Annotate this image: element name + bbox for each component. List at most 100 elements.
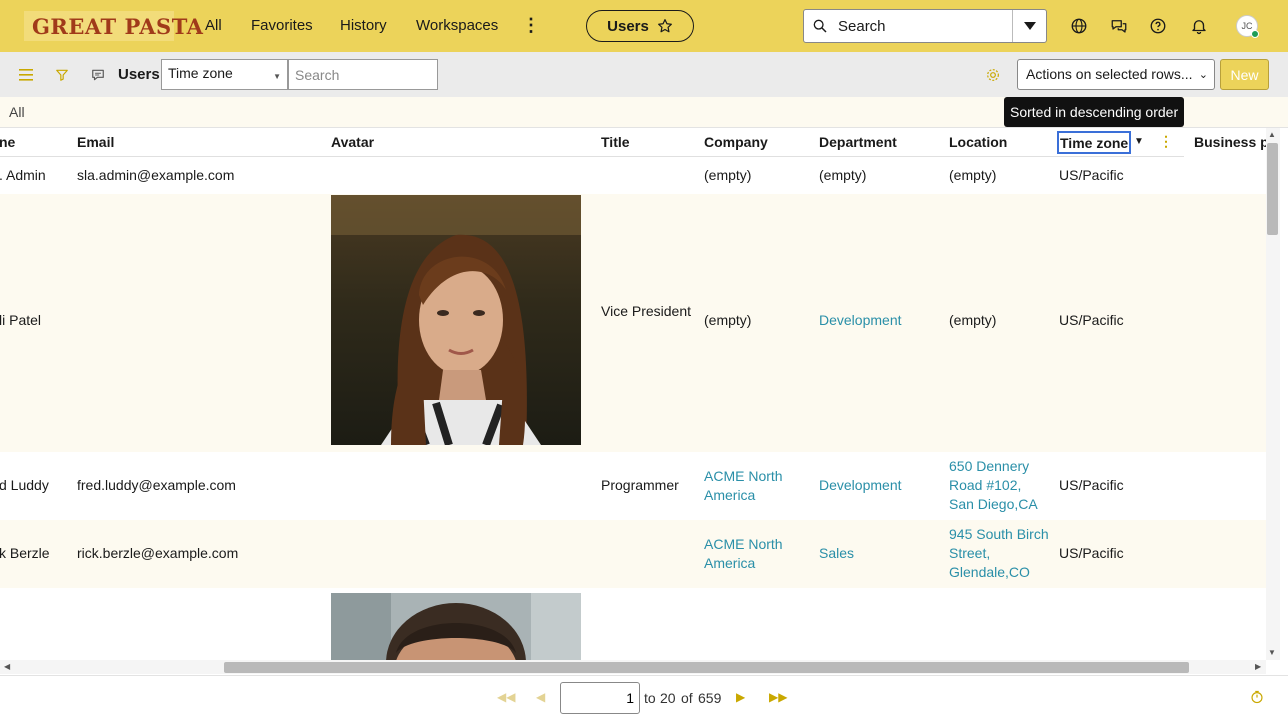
list-toolbar: Users Time zone ▼ Actions on selected ro…: [0, 52, 1288, 97]
help-icon[interactable]: [1148, 16, 1168, 36]
horizontal-scroll-thumb[interactable]: [224, 662, 1189, 673]
table-header: ne Email Avatar Title Company Department…: [0, 128, 1266, 157]
previous-page-icon[interactable]: ◀: [536, 690, 545, 704]
response-time-icon[interactable]: [1250, 690, 1264, 709]
cell-name[interactable]: d Luddy: [0, 477, 49, 493]
table-row[interactable]: li Patel Vice President (empty) Developm…: [0, 194, 1266, 452]
cell-email: fred.luddy@example.com: [77, 477, 236, 493]
avatar-photo[interactable]: [331, 195, 581, 445]
cell-location-link[interactable]: 650 Dennery Road #102, San Diego,CA: [949, 457, 1049, 514]
nav-favorites[interactable]: Favorites: [251, 17, 313, 34]
brand-logo[interactable]: GREAT PASTA: [24, 11, 203, 41]
column-header-name[interactable]: ne: [0, 134, 15, 150]
first-page-icon[interactable]: ◀◀: [497, 690, 515, 704]
hamburger-menu-icon[interactable]: [17, 66, 35, 84]
column-header-email[interactable]: Email: [77, 134, 114, 150]
star-icon[interactable]: [657, 18, 673, 34]
actions-select[interactable]: Actions on selected rows... ⌄: [1017, 59, 1215, 90]
field-select[interactable]: Time zone ▼: [161, 59, 288, 90]
vertical-scroll-thumb[interactable]: [1267, 143, 1278, 235]
scroll-up-arrow-icon[interactable]: ▲: [1268, 130, 1276, 139]
brand-name: GREAT PASTA: [32, 13, 204, 39]
chevron-down-icon: [1023, 22, 1036, 30]
sort-tooltip: Sorted in descending order: [1004, 97, 1185, 127]
scroll-left-arrow-icon[interactable]: ◀: [4, 662, 10, 671]
sort-descending-icon[interactable]: ▼: [1134, 136, 1144, 147]
cell-time-zone: US/Pacific: [1059, 477, 1124, 493]
context-pill-label: Users: [607, 17, 649, 35]
table-row[interactable]: . Admin sla.admin@example.com (empty) (e…: [0, 157, 1266, 194]
activity-stream-icon[interactable]: [89, 66, 107, 84]
breadcrumb-all[interactable]: All: [9, 104, 25, 120]
chevron-down-icon: ⌄: [1198, 69, 1208, 81]
filter-icon[interactable]: [53, 66, 71, 84]
cell-title: Programmer: [601, 477, 679, 493]
cell-department: (empty): [819, 167, 867, 183]
column-header-business-phone[interactable]: Business p: [1194, 134, 1266, 150]
cell-name[interactable]: . Admin: [0, 167, 46, 183]
cell-company-link[interactable]: ACME North America: [704, 467, 804, 505]
gear-icon[interactable]: [984, 66, 1002, 84]
cell-department-link[interactable]: Development: [819, 477, 902, 493]
table-row[interactable]: d Luddy fred.luddy@example.com Programme…: [0, 452, 1266, 520]
page-number-input[interactable]: [560, 682, 640, 714]
cell-time-zone: US/Pacific: [1059, 312, 1124, 328]
last-page-icon[interactable]: ▶▶: [769, 690, 787, 704]
cell-email: rick.berzle@example.com: [77, 545, 239, 561]
search-icon: [813, 19, 827, 33]
cell-name[interactable]: li Patel: [0, 312, 41, 328]
table-row[interactable]: k Berzle rick.berzle@example.com ACME No…: [0, 520, 1266, 588]
avatar-photo[interactable]: [331, 593, 581, 660]
global-search-placeholder: Search: [838, 17, 886, 35]
pagination-of-label: of: [681, 690, 693, 706]
pagination-range-end: 20: [660, 690, 676, 706]
global-search-input[interactable]: Search: [804, 10, 1012, 42]
cell-location: (empty): [949, 167, 997, 183]
global-search[interactable]: Search: [803, 9, 1047, 43]
presence-indicator: [1251, 30, 1259, 38]
actions-select-value: Actions on selected rows...: [1026, 66, 1193, 82]
list-title: Users: [118, 66, 160, 83]
column-header-avatar[interactable]: Avatar: [331, 134, 374, 150]
bell-icon[interactable]: [1189, 16, 1209, 36]
scroll-down-arrow-icon[interactable]: ▼: [1268, 648, 1276, 657]
cell-company: (empty): [704, 312, 752, 328]
chat-icon[interactable]: [1109, 16, 1129, 36]
cell-company: (empty): [704, 167, 752, 183]
pagination-to-label: to: [644, 690, 656, 706]
cell-title: Vice President: [601, 303, 692, 319]
scroll-right-arrow-icon[interactable]: ▶: [1255, 662, 1261, 671]
nav-history[interactable]: History: [340, 17, 387, 34]
cell-email: sla.admin@example.com: [77, 167, 235, 183]
cell-department-link[interactable]: Development: [819, 312, 902, 328]
globe-icon[interactable]: [1069, 16, 1089, 36]
column-header-department[interactable]: Department: [819, 134, 897, 150]
users-table: ne Email Avatar Title Company Department…: [0, 128, 1266, 660]
cell-name[interactable]: k Berzle: [0, 545, 50, 561]
column-header-company[interactable]: Company: [704, 134, 768, 150]
table-row[interactable]: [0, 588, 1266, 660]
column-header-title[interactable]: Title: [601, 134, 630, 150]
more-menu-icon[interactable]: ⋮: [522, 15, 540, 36]
column-header-time-zone[interactable]: Time zone: [1057, 131, 1131, 154]
search-scope-dropdown[interactable]: [1012, 10, 1046, 42]
cell-department-link[interactable]: Sales: [819, 545, 854, 561]
cell-time-zone: US/Pacific: [1059, 545, 1124, 561]
pagination-total: 659: [698, 690, 722, 706]
cell-time-zone: US/Pacific: [1059, 167, 1124, 183]
pagination-bar: ◀◀ ◀ to 20 of 659 ▶ ▶▶: [0, 675, 1288, 718]
next-page-icon[interactable]: ▶: [736, 690, 745, 704]
top-banner: GREAT PASTA All Favorites History Worksp…: [0, 0, 1288, 52]
context-pill-users[interactable]: Users: [586, 10, 694, 42]
cell-location: (empty): [949, 312, 997, 328]
caret-down-icon: ▼: [273, 72, 281, 81]
cell-company-link[interactable]: ACME North America: [704, 535, 804, 573]
field-select-value: Time zone: [168, 65, 233, 81]
cell-location-link[interactable]: 945 South Birch Street, Glendale,CO: [949, 525, 1049, 582]
column-menu-icon[interactable]: ⋮: [1159, 133, 1173, 150]
list-search-input[interactable]: [288, 59, 438, 90]
nav-all[interactable]: All: [205, 17, 222, 34]
nav-workspaces[interactable]: Workspaces: [416, 17, 498, 34]
new-button[interactable]: New: [1220, 59, 1269, 90]
column-header-location[interactable]: Location: [949, 134, 1007, 150]
